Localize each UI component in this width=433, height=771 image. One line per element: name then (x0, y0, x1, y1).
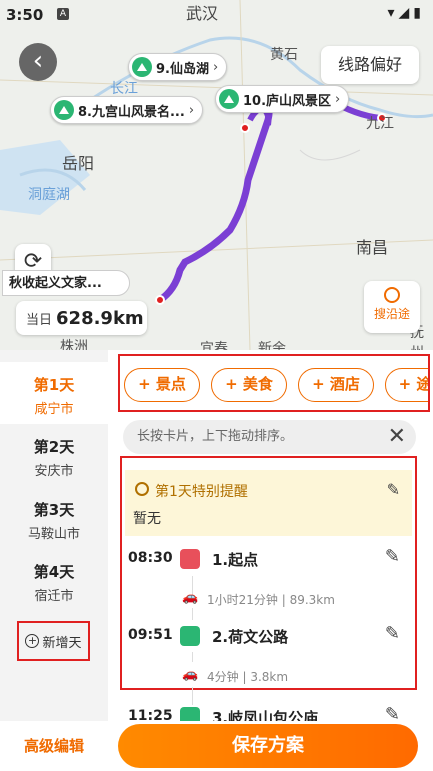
edit-icon[interactable]: ✎ (387, 480, 400, 499)
map-view[interactable]: 3:50 A ▾◢▮ 武汉 黄石 长江 岳阳 洞庭湖 九江 南昌 株洲 宜春 新… (0, 0, 433, 350)
advanced-edit-button[interactable]: 高级编辑 (24, 735, 84, 756)
hint-text: 长按卡片，上下拖动排序。 (137, 429, 294, 444)
day-list: 第1天 咸宁市 第2天 安庆市 第3天 马鞍山市 第4天 宿迁市 + 新增天 (0, 350, 108, 721)
city-label: 黄石 (270, 47, 298, 63)
poi-label-start[interactable]: 秋收起义文家... (2, 270, 130, 296)
segment-info: 1小时21分钟 | 89.3km (207, 593, 335, 607)
scenic-icon (132, 57, 152, 77)
poi-label-8[interactable]: 8.九宫山风景名... › (50, 96, 204, 124)
city-label: 株洲 (60, 339, 88, 350)
poi-name: 9.仙岛湖 (156, 61, 209, 77)
scenic-icon (219, 89, 239, 109)
stop-item-2[interactable]: 09:51 2.荷文公路 ✎ (122, 621, 414, 651)
car-icon: 🚗 (182, 667, 199, 682)
poi-label-9[interactable]: 9.仙岛湖 › (128, 53, 228, 81)
sort-hint: 长按卡片，上下拖动排序。 ✕ (123, 420, 416, 454)
stop-item-1[interactable]: 08:30 1.起点 ✎ (122, 544, 414, 574)
lightbulb-icon (135, 482, 149, 496)
day-city: 宿迁市 (34, 589, 74, 604)
poi-name: 秋收起义文家... (9, 276, 102, 291)
search-along-button[interactable]: 搜沿途 (364, 281, 420, 333)
chevron-right-icon: › (335, 91, 341, 107)
poi-name: 10.庐山风景区 (243, 93, 332, 109)
close-icon[interactable]: ✕ (388, 420, 406, 454)
city-label: 洞庭湖 (28, 187, 70, 203)
chevron-right-icon: › (188, 102, 195, 118)
day-label: 第4天 (33, 563, 75, 581)
status-time: 3:50 (6, 6, 44, 24)
day-city: 咸宁市 (34, 402, 74, 417)
day-label: 第2天 (33, 438, 75, 456)
day-item-3[interactable]: 第3天 马鞍山市 (0, 487, 108, 549)
poi-label-10[interactable]: 10.庐山风景区 › (215, 85, 350, 113)
add-along-button[interactable]: + 途 (385, 368, 428, 402)
stop-time: 08:30 (128, 550, 173, 566)
distance-label: 当日 (26, 312, 53, 328)
connector (192, 652, 193, 662)
city-label: 新余 (258, 341, 286, 350)
day-label: 第1天 (33, 376, 75, 394)
stop-name: 2.荷文公路 (212, 628, 289, 646)
day-item-4[interactable]: 第4天 宿迁市 (0, 549, 108, 611)
search-icon (384, 287, 400, 303)
chevron-right-icon: › (212, 59, 219, 75)
day-item-1[interactable]: 第1天 咸宁市 (0, 362, 108, 424)
back-button[interactable]: ‹ (19, 43, 57, 81)
save-plan-button[interactable]: 保存方案 (118, 724, 418, 768)
day-city: 安庆市 (34, 464, 74, 479)
day-label: 第3天 (33, 501, 75, 519)
notification-icon: A (57, 8, 69, 20)
day-reminder-card[interactable]: 第1天特别提醒 ✎ 暂无 (125, 470, 412, 536)
stop-name: 1.起点 (212, 551, 259, 569)
start-marker (155, 295, 165, 305)
add-scenic-button[interactable]: + 景点 (124, 368, 200, 402)
stop-time: 09:51 (128, 627, 173, 643)
edit-icon[interactable]: ✎ (385, 623, 400, 644)
city-label: 宜春 (200, 341, 228, 350)
start-icon (180, 549, 200, 569)
add-hotel-button[interactable]: + 酒店 (298, 368, 374, 402)
distance-value: 628.9km (56, 307, 144, 329)
day-item-2[interactable]: 第2天 安庆市 (0, 424, 108, 486)
segment-info: 4分钟 | 3.8km (207, 670, 289, 684)
category-bar: + 景点 + 美食 + 酒店 + 途 (118, 354, 430, 412)
poi-name: 8.九宫山风景名... (78, 104, 185, 120)
city-label: 武汉 (186, 4, 219, 23)
reminder-title: 第1天特别提醒 (155, 484, 248, 500)
car-icon: 🚗 (182, 590, 199, 605)
daily-distance: 当日 628.9km (16, 301, 147, 335)
bottom-bar: 高级编辑 保存方案 (0, 721, 433, 771)
marker (240, 123, 250, 133)
itinerary-panel: 第1天 咸宁市 第2天 安庆市 第3天 马鞍山市 第4天 宿迁市 + 新增天 +… (0, 350, 433, 771)
reminder-content: 暂无 (133, 511, 161, 527)
system-icons: ▾◢▮ (387, 5, 425, 21)
add-food-button[interactable]: + 美食 (211, 368, 287, 402)
city-label: 长江 (110, 81, 138, 97)
route-preference-button[interactable]: 线路偏好 (321, 46, 419, 84)
add-day-button[interactable]: + 新增天 (17, 621, 90, 661)
city-label: 南昌 (356, 238, 389, 257)
add-day-label: 新增天 (42, 635, 82, 651)
city-label: 岳阳 (62, 154, 95, 173)
plus-icon: + (25, 634, 40, 648)
edit-icon[interactable]: ✎ (385, 546, 400, 567)
city-label: 九江 (366, 116, 394, 132)
scenic-icon (54, 100, 74, 120)
search-along-label: 搜沿途 (373, 307, 410, 321)
day-city: 马鞍山市 (27, 527, 80, 542)
scenic-icon (180, 626, 200, 646)
connector (192, 608, 193, 620)
